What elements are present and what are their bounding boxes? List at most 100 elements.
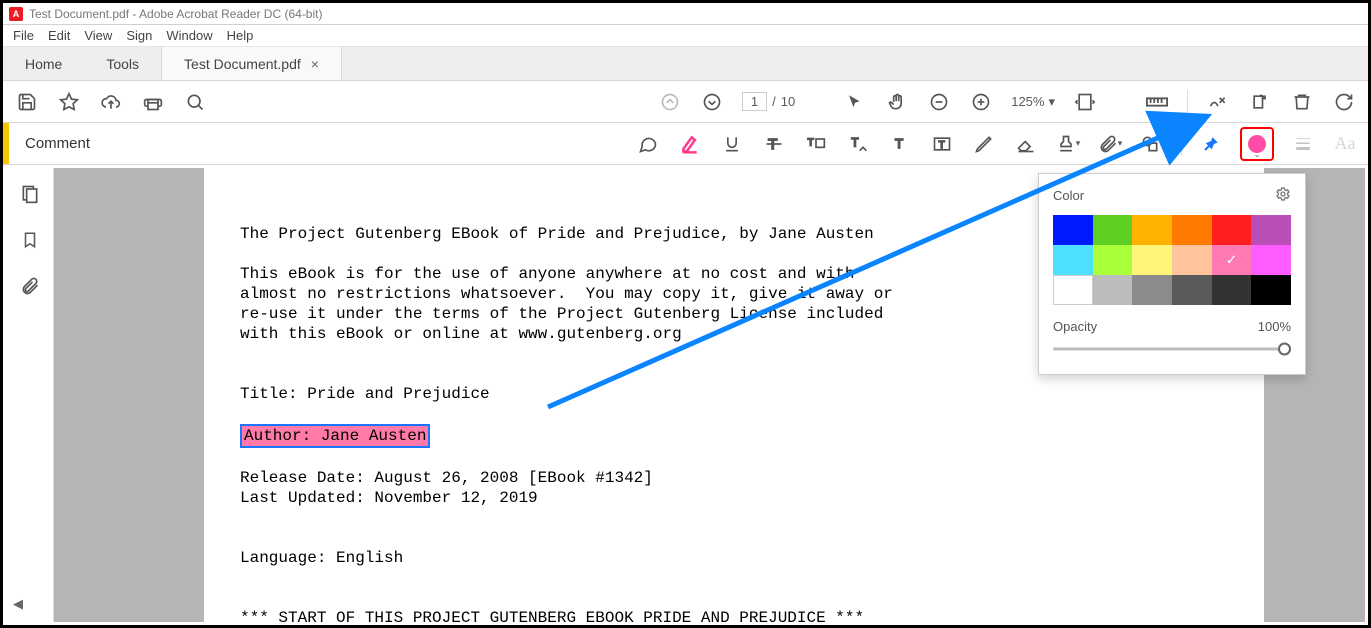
line-thickness-icon[interactable] [1290,131,1316,157]
doc-line: re-use it under the terms of the Project… [240,305,883,323]
menu-help[interactable]: Help [227,28,254,43]
page-current-input[interactable]: 1 [742,92,767,111]
color-swatch[interactable] [1093,245,1133,275]
thumbnails-icon[interactable] [18,182,42,206]
svg-text:T: T [895,136,903,151]
gear-icon[interactable] [1275,186,1291,205]
highlighted-author[interactable]: Author: Jane Austen [240,424,430,448]
color-swatch[interactable] [1053,245,1093,275]
menu-edit[interactable]: Edit [48,28,70,43]
comment-toolbar: Comment T T T T T ▾ ▾ ▾ ⌄ Aa [3,123,1368,165]
page-sep: / [772,94,776,109]
add-text-icon[interactable]: T [887,131,913,157]
text-properties-icon[interactable]: Aa [1332,131,1358,157]
doc-line: almost no restrictions whatsoever. You m… [240,285,893,303]
doc-language-line: Language: English [240,549,403,567]
selection-arrow-icon[interactable] [843,90,867,114]
page-up-icon[interactable] [658,90,682,114]
page-indicator: 1 / 10 [742,92,795,111]
save-icon[interactable] [15,90,39,114]
doc-line: with this eBook or online at www.gutenbe… [240,325,682,343]
bookmark-icon[interactable] [18,228,42,252]
doc-start-line: *** START OF THIS PROJECT GUTENBERG EBOO… [240,609,864,622]
pencil-draw-icon[interactable] [971,131,997,157]
attach-file-icon[interactable]: ▾ [1097,131,1123,157]
color-popover: Color Opacity 100% [1038,173,1306,375]
insert-text-icon[interactable]: T [845,131,871,157]
color-popover-title: Color [1053,188,1084,203]
strikethrough-icon[interactable]: T [761,131,787,157]
color-swatch[interactable] [1212,275,1252,305]
tab-tools[interactable]: Tools [84,47,161,80]
doc-line: The Project Gutenberg EBook of Pride and… [240,225,874,243]
redo-icon[interactable] [1332,90,1356,114]
measure-icon[interactable] [1145,90,1169,114]
svg-text:T: T [851,136,858,149]
tab-document-label: Test Document.pdf [184,56,301,72]
text-box-icon[interactable]: T [929,131,955,157]
comment-label: Comment [9,135,90,152]
page-down-icon[interactable] [700,90,724,114]
color-swatch[interactable] [1053,275,1093,305]
color-swatch[interactable] [1212,245,1252,275]
attachments-icon[interactable] [18,274,42,298]
tab-home-label: Home [25,56,62,72]
color-swatch[interactable] [1212,215,1252,245]
rotate-page-icon[interactable] [1248,90,1272,114]
menu-file[interactable]: File [13,28,34,43]
doc-release-line: Release Date: August 26, 2008 [EBook #13… [240,469,653,487]
color-swatch[interactable] [1093,215,1133,245]
color-swatch[interactable] [1132,215,1172,245]
delete-icon[interactable] [1290,90,1314,114]
chevron-down-icon: ⌄ [1253,149,1261,160]
slider-thumb[interactable] [1278,343,1291,356]
tab-home[interactable]: Home [3,47,84,80]
erase-signature-icon[interactable] [1206,90,1230,114]
collapse-nav-icon[interactable]: ◀ [6,592,30,616]
opacity-label: Opacity [1053,319,1097,334]
menu-window[interactable]: Window [166,28,212,43]
color-swatch[interactable] [1093,275,1133,305]
doc-title-line: Title: Pride and Prejudice [240,385,490,403]
tabbar: Home Tools Test Document.pdf × [3,47,1368,81]
tab-document[interactable]: Test Document.pdf × [161,47,342,80]
color-swatch[interactable] [1172,215,1212,245]
star-icon[interactable] [57,90,81,114]
color-swatch[interactable] [1132,275,1172,305]
color-swatch[interactable] [1251,215,1291,245]
tab-close-icon[interactable]: × [311,56,319,72]
menu-sign[interactable]: Sign [126,28,152,43]
fit-width-icon[interactable] [1073,90,1097,114]
zoom-out-icon[interactable] [927,90,951,114]
replace-text-icon[interactable]: T [803,131,829,157]
pin-icon[interactable] [1198,131,1224,157]
opacity-slider[interactable] [1053,342,1291,356]
eraser-icon[interactable] [1013,131,1039,157]
zoom-select[interactable]: 125%▾ [1011,94,1055,110]
zoom-in-icon[interactable] [969,90,993,114]
svg-text:T: T [939,140,945,151]
color-swatch[interactable] [1172,275,1212,305]
menu-view[interactable]: View [84,28,112,43]
color-picker-button[interactable]: ⌄ [1240,127,1274,161]
color-swatch[interactable] [1251,245,1291,275]
menubar: File Edit View Sign Window Help [3,25,1368,47]
drawing-shapes-icon[interactable]: ▾ [1139,131,1165,157]
find-icon[interactable] [183,90,207,114]
hand-pan-icon[interactable] [885,90,909,114]
main-toolbar: 1 / 10 125%▾ [3,81,1368,123]
window-title: Test Document.pdf - Adobe Acrobat Reader… [29,7,322,21]
sticky-note-icon[interactable] [635,131,661,157]
stamp-icon[interactable]: ▾ [1055,131,1081,157]
underline-text-icon[interactable] [719,131,745,157]
chevron-down-icon: ▾ [1048,94,1055,110]
window-titlebar: A Test Document.pdf - Adobe Acrobat Read… [3,3,1368,25]
color-swatch[interactable] [1172,245,1212,275]
color-swatch[interactable] [1251,275,1291,305]
page-total: 10 [781,94,795,109]
highlight-text-icon[interactable] [677,131,703,157]
color-swatch[interactable] [1053,215,1093,245]
print-icon[interactable] [141,90,165,114]
cloud-upload-icon[interactable] [99,90,123,114]
color-swatch[interactable] [1132,245,1172,275]
